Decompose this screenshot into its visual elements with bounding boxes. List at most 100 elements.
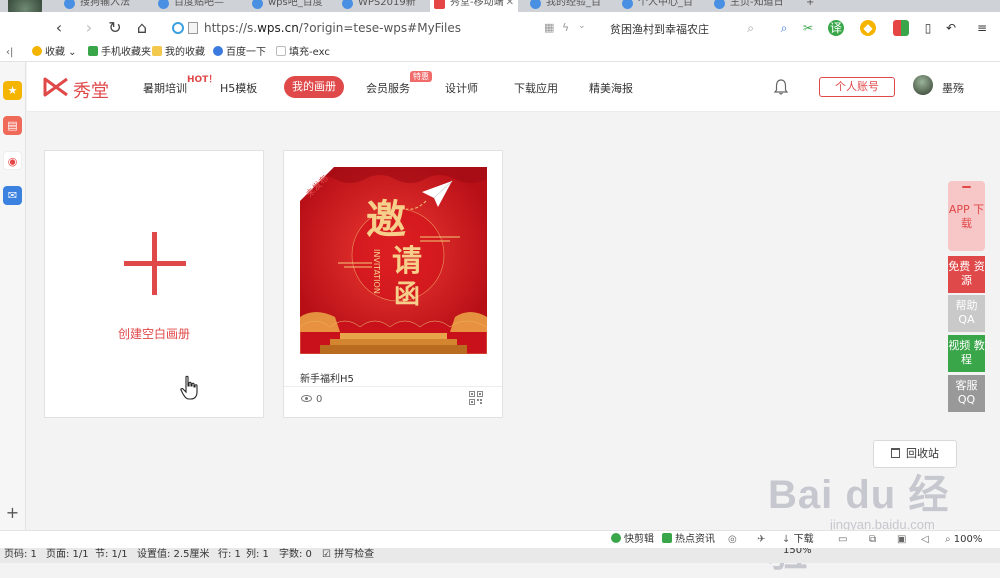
nav-download-app[interactable]: 下载应用 [514, 80, 558, 96]
download-button[interactable]: ↓ 下载 [782, 533, 814, 547]
page-icon [188, 22, 198, 34]
window-icon[interactable]: ▭ [838, 533, 847, 547]
apps-icon[interactable] [893, 20, 909, 36]
tab-favicon-icon [252, 0, 263, 9]
user-name[interactable]: 墨殇 [942, 80, 964, 96]
video-tutorial-button[interactable]: 视频 教程 [948, 335, 985, 372]
browser-tab-active[interactable]: 秀堂-移动端 ✕ [430, 0, 518, 12]
promo-tag: 特惠 [410, 71, 432, 82]
nav-member-service[interactable]: 会员服务 特惠 [366, 71, 432, 96]
news-icon [662, 533, 672, 543]
page-number: 页码: 1 [4, 549, 37, 560]
word-count: 字数: 0 [279, 549, 312, 560]
doc-zoom[interactable]: 150% [783, 548, 812, 556]
browser-tab-strip: 搜狗输入法 百度贴吧— wps吧_百度 WPS2019新 秀堂-移动端 ✕ 我的经… [0, 0, 1000, 12]
bookmark-item[interactable]: 手机收藏夹 [88, 46, 151, 60]
album-card[interactable]: 未发布 邀 请 函 INVITATION 新手福利H5 0 [283, 150, 503, 418]
browser-tab[interactable]: 搜狗输入法 [60, 0, 154, 12]
collapse-sidebar-icon[interactable]: ‹| [6, 46, 13, 60]
customer-service-qq-button[interactable]: 客服 QQ [948, 375, 985, 412]
create-blank-album-card[interactable]: 创建空白画册 [44, 150, 264, 418]
cover-char-2: 请 [392, 244, 422, 279]
invitation-cover-art: 未发布 邀 请 函 INVITATION [300, 167, 487, 354]
browser-tab[interactable]: 主页-知道日 [710, 0, 802, 12]
nav-summer-training[interactable]: 暑期培训 HOT！ [143, 75, 217, 96]
logo-mark-icon [43, 77, 68, 97]
notes-icon[interactable]: ▤ [3, 116, 22, 135]
bookmark-item[interactable]: 收藏 ⌄ [32, 46, 77, 60]
spell-check-button[interactable]: ☑ 拼写检查 [322, 548, 374, 560]
browser-tab[interactable]: 个人中心_百 [618, 0, 710, 12]
album-title[interactable]: 新手福利H5 [300, 370, 354, 385]
clip-button[interactable]: 快剪辑 [611, 533, 654, 547]
phone-icon[interactable]: ▯ [920, 20, 936, 36]
split-view-icon[interactable]: ⧉ [869, 533, 876, 547]
qr-code-icon[interactable] [469, 391, 483, 405]
weibo-icon[interactable]: ◉ [3, 151, 22, 170]
undo-icon[interactable]: ↶ [943, 20, 959, 36]
page-count: 页面: 1/1 [46, 549, 89, 560]
add-icon[interactable]: + [3, 503, 22, 522]
browser-search-box[interactable]: 贫困渔村到幸福农庄 ⌕ [600, 17, 760, 39]
album-cover[interactable]: 未发布 邀 请 函 INVITATION [300, 167, 487, 354]
address-url: https://s.wps.cn/?origin=tese-wps#MyFile… [204, 21, 462, 35]
folder-icon [152, 46, 162, 56]
search-icon[interactable]: ⌕ [747, 21, 754, 36]
translate-icon[interactable]: 译 [828, 20, 844, 36]
volume-icon[interactable]: ◁ [921, 533, 929, 547]
chevron-down-icon[interactable]: ⌄ [578, 21, 586, 31]
help-qa-button[interactable]: 帮助 QA [948, 295, 985, 332]
search-query-text: 贫困渔村到幸福农庄 [610, 23, 709, 36]
star-icon [32, 46, 42, 56]
baidu-paw-icon [213, 46, 223, 56]
cover-char-1: 邀 [366, 196, 406, 243]
site-header: 秀堂 暑期培训 HOT！ H5模板 我的画册 会员服务 特惠 设计师 下载应用 精美… [27, 62, 1000, 112]
browser-tab[interactable]: wps吧_百度 [248, 0, 338, 12]
row-number: 行: 1 [218, 549, 241, 560]
mail-icon[interactable]: ✉ [3, 186, 22, 205]
view-count: 0 [301, 394, 322, 405]
speed-icon[interactable]: ◎ [728, 533, 737, 547]
lightning-icon[interactable]: ϟ [562, 21, 569, 34]
watermark: Bai du 经验 jingyan.baidu.com [768, 473, 950, 575]
nav-h5-templates[interactable]: H5模板 [220, 80, 257, 96]
browser-tab[interactable]: WPS2019新 [338, 0, 430, 12]
browser-tab[interactable]: 我的经验_百 [526, 0, 618, 12]
menu-icon[interactable]: ≡ [974, 20, 990, 36]
tab-favicon-icon [714, 0, 725, 9]
pin-icon[interactable]: ✈ [757, 533, 765, 547]
browser-status-bar: 快剪辑 热点资讯 ◎ ✈ ↓ 下载 ▭ ⧉ ▣ ◁ ⌕ 100% [0, 530, 1000, 548]
bookmark-item[interactable]: 填充-exc [276, 46, 330, 60]
new-tab-button[interactable]: + [802, 0, 822, 12]
address-bar[interactable]: https://s.wps.cn/?origin=tese-wps#MyFile… [164, 17, 592, 39]
personal-account-button[interactable]: 个人账号 [819, 77, 895, 97]
forward-arrow-icon[interactable]: › [78, 17, 100, 39]
nav-posters[interactable]: 精美海报 [589, 80, 633, 96]
logo-text: 秀堂 [73, 81, 109, 102]
hand-cursor-icon [180, 375, 198, 400]
search-icon[interactable]: ⌕ [776, 20, 792, 36]
scissors-icon[interactable]: ✂ [800, 20, 816, 36]
search-icon: ⌕ [945, 534, 951, 545]
nav-designer[interactable]: 设计师 [445, 80, 478, 96]
back-arrow-icon[interactable]: ‹ [48, 17, 70, 39]
shield-icon[interactable]: ◆ [860, 20, 876, 36]
close-tab-icon[interactable]: ✕ [506, 0, 514, 12]
avatar[interactable] [913, 75, 933, 95]
hot-news-button[interactable]: 热点资讯 [662, 533, 715, 547]
zoom-control[interactable]: ⌕ 100% [945, 533, 982, 547]
bookmark-item[interactable]: 百度一下 [213, 46, 266, 60]
browser-profile-avatar[interactable] [8, 0, 42, 12]
reload-icon[interactable]: ↻ [104, 17, 126, 39]
home-icon[interactable]: ⌂ [131, 17, 153, 39]
bookmark-item[interactable]: 我的收藏 [152, 46, 205, 60]
grid-icon[interactable]: ▦ [544, 21, 554, 34]
free-resources-button[interactable]: 免费 资源 [948, 256, 985, 293]
column-number: 列: 1 [246, 549, 269, 560]
nav-my-albums[interactable]: 我的画册 [284, 76, 344, 98]
app-download-button[interactable]: APP 下载 [948, 181, 985, 251]
bell-icon[interactable] [774, 79, 788, 95]
favorites-star-icon[interactable]: ★ [3, 81, 22, 100]
browser-tab[interactable]: 百度贴吧— [154, 0, 248, 12]
lock-icon[interactable]: ▣ [897, 533, 906, 547]
